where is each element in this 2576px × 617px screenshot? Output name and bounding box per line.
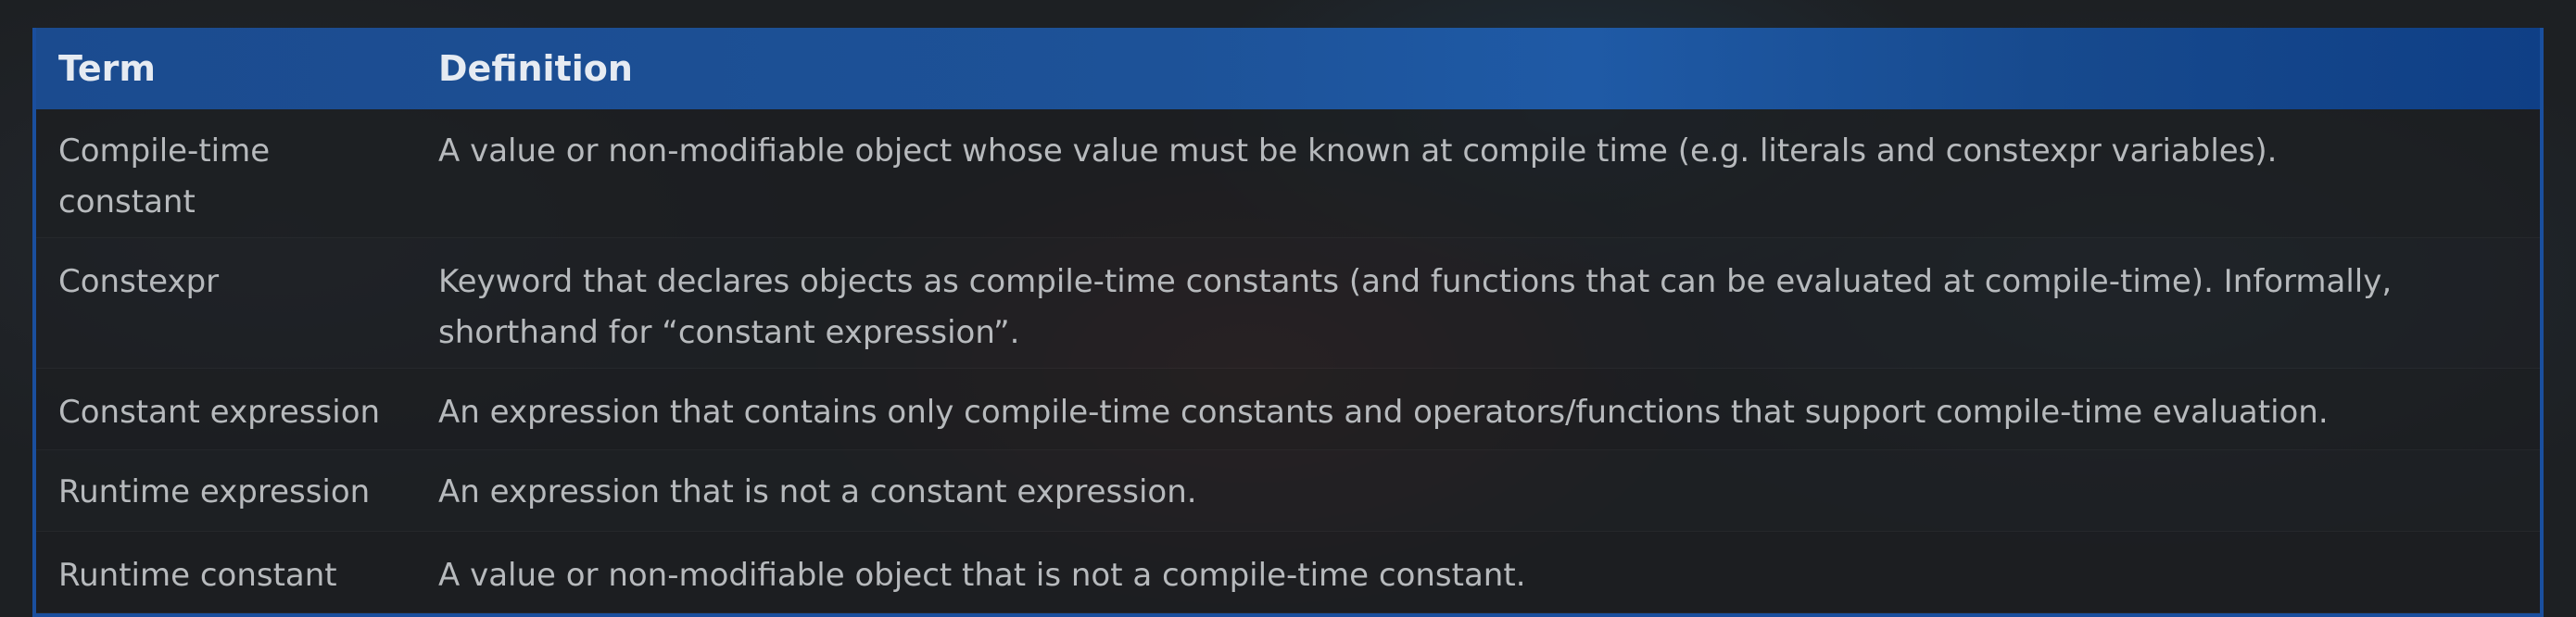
table-row: Runtime expression An expression that is… — [36, 449, 2540, 532]
term-cell: Constant expression — [58, 394, 381, 431]
definition-cell: An expression that is not a constant exp… — [438, 473, 1197, 510]
header-row: Term Definition — [36, 28, 2540, 109]
header-definition: Definition — [438, 48, 633, 89]
header-term: Term — [58, 48, 156, 89]
table-row: Constexpr Keyword that declares objects … — [36, 237, 2540, 369]
terms-table: Term Definition Compile-time constant A … — [36, 28, 2540, 613]
table-row: Runtime constant A value or non-modifiab… — [36, 531, 2540, 613]
definition-cell: An expression that contains only compile… — [438, 394, 2329, 431]
term-cell: Runtime expression — [58, 473, 371, 510]
table-header: Term Definition — [36, 28, 2540, 109]
definition-cell: A value or non-modifiable object whose v… — [438, 132, 2278, 170]
table-row: Constant expression An expression that c… — [36, 368, 2540, 450]
definition-cell: A value or non-modifiable object that is… — [438, 557, 1526, 594]
term-cell: Runtime constant — [58, 557, 337, 594]
term-cell: Compile-time constant — [58, 132, 271, 220]
definition-cell: Keyword that declares objects as compile… — [438, 263, 2393, 351]
glossary-table: Term Definition Compile-time constant A … — [32, 28, 2544, 617]
term-cell: Constexpr — [58, 263, 220, 300]
table-body: Compile-time constant A value or non-mod… — [36, 109, 2540, 613]
table-row: Compile-time constant A value or non-mod… — [36, 109, 2540, 238]
